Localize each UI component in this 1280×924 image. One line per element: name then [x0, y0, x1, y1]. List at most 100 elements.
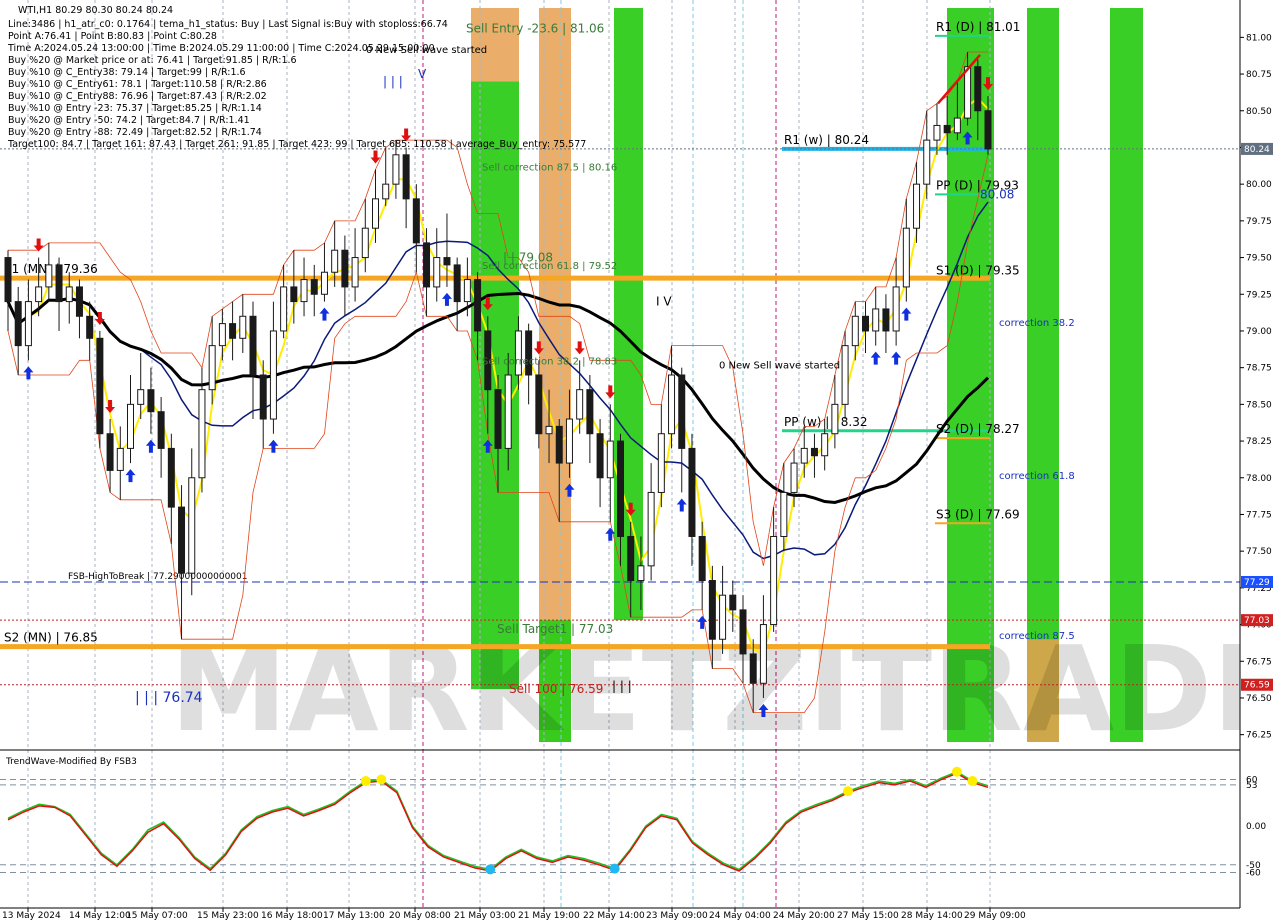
info-line: Buy %20 @ Entry -88: 72.49 | Target:82.5…: [8, 127, 262, 138]
candle-body: [647, 491, 655, 567]
osc-signal-dot: [967, 776, 978, 787]
time-tick-label: 21 May 19:00: [518, 911, 580, 920]
candle-body: [310, 279, 318, 295]
candle-body: [678, 374, 686, 449]
indicator-title: TrendWave-Modified By FSB3: [5, 757, 137, 767]
price-axis: 81.0080.7580.5080.2580.0079.7579.5079.25…: [1239, 0, 1280, 920]
price-tick-label: 79.75: [1246, 217, 1272, 227]
time-tick-label: 29 May 09:00: [964, 911, 1026, 920]
candle-body: [821, 433, 829, 457]
info-line: Buy %10 @ Entry -23: 75.37 | Target:85.2…: [8, 103, 262, 114]
time-tick-label: 23 May 09:00: [646, 911, 708, 920]
price-tick-label: 79.00: [1246, 327, 1272, 337]
candle-body: [627, 535, 635, 582]
osc-tick-label: 53: [1246, 781, 1257, 791]
candle-body: [535, 374, 543, 435]
time-tick-label: 20 May 08:00: [389, 911, 451, 920]
candle-body: [984, 110, 992, 150]
candle-body: [127, 403, 134, 449]
time-tick-label: 28 May 14:00: [901, 911, 963, 920]
candle-body: [116, 447, 124, 471]
candle-body: [729, 594, 737, 611]
time-tick-label: 17 May 13:00: [323, 911, 385, 920]
candle-body: [545, 425, 553, 435]
candle-body: [913, 183, 921, 229]
candle-body: [65, 286, 73, 303]
candle-body: [892, 286, 900, 332]
chart-annotation: correction 38.2: [999, 318, 1075, 329]
candle-body: [75, 286, 83, 317]
trading-chart[interactable]: MARKETZITRADE S1 (MN) | 79.36S2 (MN) | 7…: [0, 0, 1280, 921]
info-line: Point A:76.41 | Point B:80.83 | Point C:…: [8, 31, 217, 42]
time-tick-label: 15 May 23:00: [197, 911, 259, 920]
candle-body: [55, 264, 63, 303]
pivot-level-label: PP (w) | 78.32: [784, 415, 868, 429]
candle-body: [790, 462, 798, 493]
chart-annotation: correction 61.8: [999, 471, 1075, 482]
price-tick-label: 80.75: [1246, 70, 1272, 80]
candle-body: [402, 154, 410, 200]
chart-annotation: | | |: [383, 74, 403, 88]
osc-signal-dot: [485, 864, 496, 875]
chart-canvas[interactable]: MARKETZITRADE S1 (MN) | 79.36S2 (MN) | 7…: [0, 0, 1280, 921]
price-tick-label: 78.75: [1246, 364, 1272, 374]
osc-signal-dot: [843, 786, 853, 797]
candle-body: [4, 257, 12, 303]
chart-annotation: correction 87.5: [999, 631, 1075, 642]
candle-body: [576, 389, 584, 420]
candle-body: [198, 389, 206, 479]
pivot-level-label: S2 (MN) | 76.85: [4, 631, 98, 645]
info-line: Target100: 84.7 | Target 161: 87.43 | Ta…: [7, 139, 586, 150]
candle-body: [882, 308, 890, 332]
candle-body: [494, 389, 502, 449]
candle-body: [688, 447, 696, 537]
candle-body: [617, 440, 624, 537]
candle-body: [862, 315, 869, 332]
chart-annotation: I V: [656, 295, 672, 309]
candle-body: [810, 447, 818, 457]
candle-body: [167, 447, 175, 508]
chart-annotation: Sell Entry -23.6 | 81.06: [466, 22, 604, 36]
candle-body: [800, 447, 808, 464]
candle-body: [749, 653, 757, 684]
pivot-level-label: S2 (D) | 78.27: [936, 422, 1020, 436]
candle-body: [851, 315, 859, 347]
candle-body: [606, 440, 614, 479]
candle-body: [770, 535, 778, 626]
price-tick-label: 81.00: [1246, 33, 1272, 43]
price-tick-label: 79.25: [1246, 290, 1272, 300]
time-tick-label: 24 May 20:00: [773, 911, 835, 920]
price-tag-label: 77.03: [1244, 616, 1270, 626]
candle-body: [96, 337, 104, 435]
time-tick-label: 14 May 12:00: [69, 911, 131, 920]
chart-annotation: 80.08: [980, 187, 1014, 201]
price-tick-label: 80.50: [1246, 107, 1272, 117]
candle-body: [596, 433, 604, 479]
candle-body: [831, 403, 839, 435]
candle-body: [453, 264, 461, 303]
price-tag-label: 77.29: [1244, 578, 1270, 588]
candle-body: [372, 198, 379, 229]
time-tick-label: 24 May 04:00: [709, 911, 771, 920]
candle-body: [433, 257, 441, 288]
pivot-level-label: S3 (D) | 77.69: [936, 507, 1020, 521]
pivot-level-label: R1 (w) | 80.24: [784, 133, 869, 147]
time-tick-label: 22 May 14:00: [583, 911, 645, 920]
candle-body: [341, 249, 349, 288]
price-tick-label: 79.50: [1246, 254, 1272, 264]
candle-body: [188, 477, 196, 574]
candle-body: [229, 323, 237, 339]
price-tag-label: 80.24: [1244, 145, 1270, 155]
candle-body: [974, 66, 982, 112]
pivot-level-label: R1 (D) | 81.01: [936, 20, 1020, 34]
candle-body: [953, 117, 961, 134]
info-line: Buy %10 @ C_Entry38: 79.14 | Target:99 |…: [8, 67, 246, 78]
price-tick-label: 80.00: [1246, 180, 1272, 190]
dashed-level-label: FSB-HighToBreak | 77.29000000000001: [68, 572, 248, 582]
osc-tick-label: -60: [1246, 869, 1261, 879]
chart-annotation: 0 New Sell wave started: [719, 361, 840, 372]
candle-body: [923, 139, 931, 185]
candle-body: [841, 345, 849, 405]
candle-body: [708, 580, 716, 640]
candle-body: [14, 301, 22, 347]
